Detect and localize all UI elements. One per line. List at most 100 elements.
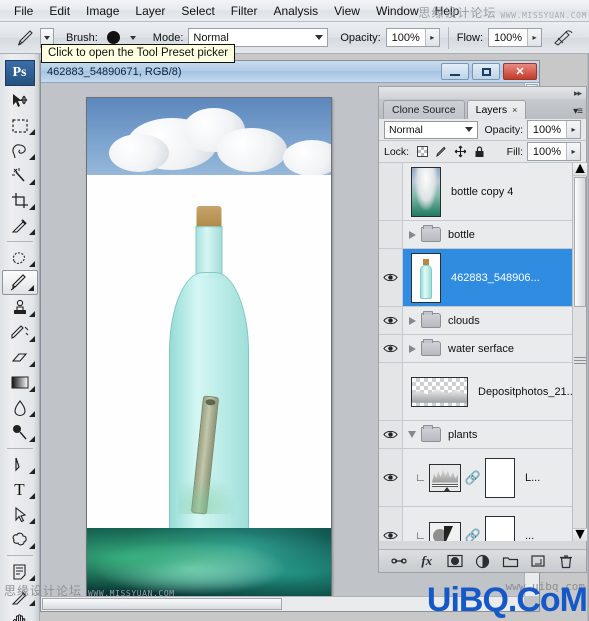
table-row[interactable]: ∟ 🔗 L... — [379, 449, 586, 507]
fill-field[interactable]: 100% ▸ — [527, 142, 581, 161]
new-layer-button[interactable] — [528, 552, 548, 570]
layer-mask-thumbnail[interactable] — [485, 457, 515, 498]
mask-link-icon[interactable]: 🔗 — [465, 468, 481, 488]
menu-edit[interactable]: Edit — [41, 2, 78, 20]
menu-image[interactable]: Image — [78, 2, 127, 20]
document-title-bar[interactable]: 462883_54890671, RGB/8) ✕ — [41, 61, 539, 83]
adjustment-layer-thumbnail[interactable] — [429, 463, 461, 492]
table-row[interactable]: ∟ 🔗 ... — [379, 507, 586, 541]
image-canvas[interactable] — [86, 97, 332, 602]
flow-field[interactable]: 100% ▸ — [488, 28, 543, 47]
table-row[interactable]: plants — [379, 421, 586, 449]
pen-tool[interactable] — [2, 452, 38, 477]
tab-layers[interactable]: Layers × — [466, 100, 527, 119]
type-tool[interactable]: T — [2, 477, 38, 502]
lock-image-button[interactable] — [435, 145, 448, 158]
layer-visibility-toggle[interactable] — [379, 163, 403, 220]
close-icon[interactable]: × — [512, 105, 517, 115]
lock-all-button[interactable] — [473, 145, 486, 158]
menu-layer[interactable]: Layer — [127, 2, 173, 20]
layers-panel-scrollbar[interactable]: ▲ ▼ — [572, 160, 588, 543]
link-layers-button[interactable] — [389, 552, 409, 570]
lasso-tool[interactable] — [2, 138, 38, 163]
layers-scroll-thumb[interactable] — [574, 177, 586, 307]
layer-style-button[interactable]: fx — [417, 552, 437, 570]
menu-help[interactable]: Help — [427, 2, 468, 20]
opacity-field[interactable]: 100% ▸ — [385, 28, 440, 47]
current-tool-icon[interactable] — [14, 27, 38, 49]
notes-tool[interactable] — [2, 559, 38, 584]
close-button[interactable]: ✕ — [503, 63, 537, 80]
panel-menu-icon[interactable]: ▾≡ — [573, 106, 583, 117]
table-row[interactable]: clouds — [379, 307, 586, 335]
crop-tool[interactable] — [2, 188, 38, 213]
brush-tool[interactable] — [1, 270, 38, 295]
collapse-panel-icon[interactable]: ▸▸ — [574, 88, 582, 99]
add-layer-mask-button[interactable] — [445, 552, 465, 570]
menu-analysis[interactable]: Analysis — [265, 2, 326, 20]
panel-opacity-field[interactable]: 100% ▸ — [527, 120, 581, 139]
group-expand-toggle[interactable] — [403, 344, 421, 353]
table-row[interactable]: Depositphotos_21... — [379, 363, 586, 421]
brush-picker-button[interactable] — [125, 35, 141, 40]
adjustment-layer-thumbnail[interactable] — [429, 521, 461, 541]
menu-select[interactable]: Select — [173, 2, 222, 20]
layer-visibility-toggle[interactable] — [379, 307, 403, 334]
gradient-tool[interactable] — [2, 370, 38, 395]
group-expand-toggle[interactable] — [403, 316, 421, 325]
layer-visibility-toggle[interactable] — [379, 449, 403, 506]
eyedropper-tool[interactable] — [2, 213, 38, 238]
magic-wand-tool[interactable] — [2, 163, 38, 188]
opacity-slider-button[interactable]: ▸ — [424, 29, 439, 46]
layer-visibility-toggle[interactable] — [379, 335, 403, 362]
airbrush-toggle-button[interactable] — [548, 29, 578, 47]
move-tool[interactable] — [2, 88, 38, 113]
layer-visibility-toggle[interactable] — [379, 363, 403, 420]
group-expand-toggle[interactable] — [403, 230, 421, 239]
layer-visibility-toggle[interactable] — [379, 507, 403, 541]
table-row[interactable]: 462883_548906... — [379, 249, 586, 307]
layer-mask-thumbnail[interactable] — [485, 515, 515, 541]
document-hscroll-thumb[interactable] — [42, 598, 282, 610]
new-group-button[interactable] — [500, 552, 520, 570]
layer-visibility-toggle[interactable] — [379, 221, 403, 248]
table-row[interactable]: bottle — [379, 221, 586, 249]
menu-file[interactable]: File — [6, 2, 41, 20]
clone-stamp-tool[interactable] — [2, 295, 38, 320]
blur-tool[interactable] — [2, 395, 38, 420]
shape-tool[interactable] — [2, 527, 38, 552]
layer-list[interactable]: bottle copy 4 bottle 462883_548906... cl… — [379, 163, 586, 541]
table-row[interactable]: bottle copy 4 — [379, 163, 586, 221]
layer-thumbnail[interactable] — [411, 376, 468, 407]
lock-position-button[interactable] — [454, 145, 467, 158]
new-adjustment-layer-button[interactable] — [472, 552, 492, 570]
fill-slider-button[interactable]: ▸ — [566, 143, 580, 160]
table-row[interactable]: water serface — [379, 335, 586, 363]
layer-visibility-toggle[interactable] — [379, 249, 403, 306]
layer-visibility-toggle[interactable] — [379, 421, 403, 448]
mask-link-icon[interactable]: 🔗 — [465, 526, 481, 542]
eraser-tool[interactable] — [2, 345, 38, 370]
panel-opacity-slider-button[interactable]: ▸ — [566, 121, 580, 138]
marquee-tool[interactable] — [2, 113, 38, 138]
menu-window[interactable]: Window — [368, 2, 427, 20]
dodge-tool[interactable] — [2, 420, 38, 445]
path-selection-tool[interactable] — [2, 502, 38, 527]
menu-filter[interactable]: Filter — [223, 2, 266, 20]
layer-blend-mode-select[interactable]: Normal — [384, 120, 479, 139]
group-expand-toggle[interactable] — [403, 431, 421, 438]
minimize-button[interactable] — [441, 63, 469, 80]
flow-slider-button[interactable]: ▸ — [527, 29, 542, 46]
layer-thumbnail[interactable] — [411, 166, 441, 217]
layer-thumbnail[interactable] — [411, 252, 441, 303]
spot-healing-tool[interactable] — [2, 245, 38, 270]
hand-tool[interactable] — [2, 609, 38, 621]
scroll-down-button[interactable]: ▼ — [572, 526, 588, 543]
history-brush-tool[interactable] — [2, 320, 38, 345]
delete-layer-button[interactable] — [556, 552, 576, 570]
scroll-up-button[interactable]: ▲ — [572, 160, 588, 177]
lock-transparency-button[interactable] — [416, 145, 429, 158]
maximize-button[interactable] — [472, 63, 500, 80]
tab-clone-source[interactable]: Clone Source — [383, 100, 465, 119]
menu-view[interactable]: View — [326, 2, 368, 20]
